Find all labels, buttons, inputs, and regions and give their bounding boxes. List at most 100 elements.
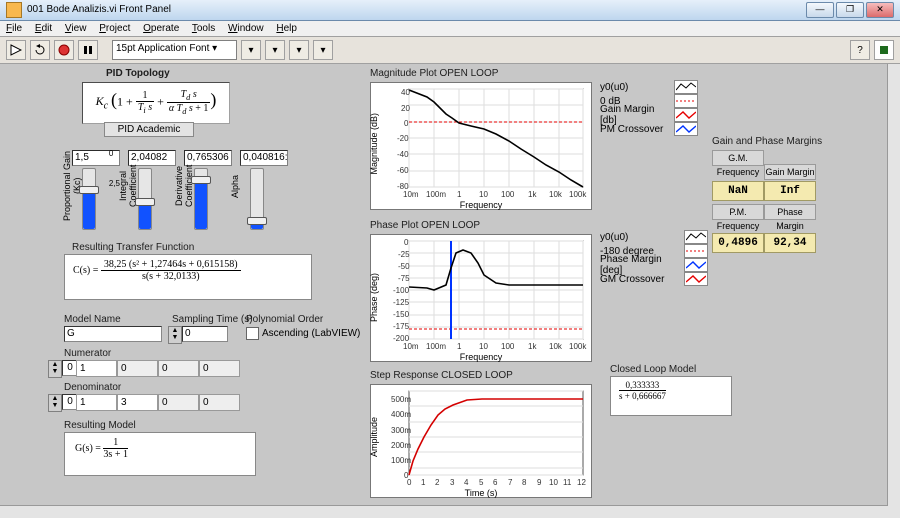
svg-text:100: 100 bbox=[501, 342, 515, 351]
menu-tools[interactable]: Tools bbox=[192, 23, 215, 34]
sampling-field[interactable]: 0 bbox=[182, 326, 228, 342]
closed-model-box: 0,333333s + 0,666667 bbox=[610, 376, 732, 416]
svg-text:8: 8 bbox=[522, 478, 527, 487]
align-button[interactable]: ▾ bbox=[241, 40, 261, 60]
menu-window[interactable]: Window bbox=[228, 23, 264, 34]
num-index-spin[interactable]: ▲▼ bbox=[48, 360, 62, 378]
gm-value: Inf bbox=[764, 181, 816, 201]
slider-kc[interactable]: Proportional Gain (Kc) 1,5 02,52,5 bbox=[72, 150, 102, 230]
rtf-box: C(s) = 38,25 (s² + 1,27464s + 0,615158)s… bbox=[64, 254, 312, 300]
svg-text:100k: 100k bbox=[569, 342, 587, 351]
mag-title: Magnitude Plot OPEN LOOP bbox=[370, 68, 498, 79]
model-name-field[interactable]: G bbox=[64, 326, 162, 342]
menu-operate[interactable]: Operate bbox=[143, 23, 179, 34]
svg-text:-20: -20 bbox=[397, 134, 409, 143]
svg-text:10m: 10m bbox=[403, 342, 419, 351]
svg-text:12: 12 bbox=[577, 478, 586, 487]
svg-text:7: 7 bbox=[508, 478, 513, 487]
toolbar: 15pt Application Font ▾ ▾ ▾ ▾ ▾ ? bbox=[0, 37, 900, 64]
svg-text:10: 10 bbox=[549, 478, 558, 487]
closed-model-title: Closed Loop Model bbox=[610, 364, 696, 375]
close-button[interactable]: ✕ bbox=[866, 2, 894, 18]
minimize-button[interactable]: — bbox=[806, 2, 834, 18]
resmodel-box: G(s) = 13s + 1 bbox=[64, 432, 256, 476]
den-array[interactable]: 1300 bbox=[76, 394, 240, 411]
resize-button[interactable]: ▾ bbox=[289, 40, 309, 60]
model-name-label: Model Name bbox=[64, 314, 121, 325]
menu-view[interactable]: View bbox=[65, 23, 87, 34]
gm-label: Gain Margin bbox=[764, 164, 816, 180]
menu-help[interactable]: Help bbox=[276, 23, 297, 34]
svg-text:300m: 300m bbox=[391, 426, 411, 435]
svg-text:100k: 100k bbox=[569, 190, 587, 199]
svg-text:0: 0 bbox=[407, 478, 412, 487]
svg-text:40: 40 bbox=[401, 88, 410, 97]
svg-text:1k: 1k bbox=[528, 342, 537, 351]
topology-title: PID Topology bbox=[106, 68, 170, 79]
ti-value[interactable]: 2,04082 bbox=[128, 150, 176, 166]
hscrollbar[interactable] bbox=[0, 505, 900, 518]
titlebar: 001 Bode Analizis.vi Front Panel — ❐ ✕ bbox=[0, 0, 900, 21]
maximize-button[interactable]: ❐ bbox=[836, 2, 864, 18]
svg-text:0: 0 bbox=[404, 238, 409, 247]
run-cont-button[interactable] bbox=[30, 40, 50, 60]
alpha-value[interactable]: 0,040816: bbox=[240, 150, 288, 166]
svg-text:200m: 200m bbox=[391, 441, 411, 450]
svg-text:11: 11 bbox=[563, 478, 572, 487]
help-button[interactable]: ? bbox=[850, 40, 870, 60]
den-index-spin[interactable]: ▲▼ bbox=[48, 394, 62, 412]
labview-icon bbox=[874, 40, 894, 60]
pm-value: 92,34 bbox=[764, 233, 816, 253]
menu-file[interactable]: File bbox=[6, 23, 22, 34]
svg-text:10k: 10k bbox=[549, 190, 563, 199]
svg-text:10: 10 bbox=[479, 190, 488, 199]
svg-text:6: 6 bbox=[493, 478, 498, 487]
svg-text:3: 3 bbox=[450, 478, 455, 487]
magnitude-plot[interactable]: Magnitude (dB) 40200-20-40-60-80 10m100m… bbox=[370, 82, 592, 210]
td-value[interactable]: 0,765306 bbox=[184, 150, 232, 166]
sampling-label: Sampling Time (s) bbox=[172, 314, 253, 325]
svg-text:400m: 400m bbox=[391, 410, 411, 419]
slider-ti[interactable]: Integral Coefficient 2,04082 bbox=[128, 150, 158, 230]
svg-text:500m: 500m bbox=[391, 395, 411, 404]
svg-text:1k: 1k bbox=[528, 190, 537, 199]
pm-label: Phase Margin bbox=[764, 204, 816, 220]
legend-phase[interactable]: y0(u0) -180 degree Phase Margin [deg] GM… bbox=[600, 230, 708, 286]
slider-alpha[interactable]: Alpha 0,040816: bbox=[240, 150, 270, 230]
sampling-spin[interactable]: ▲▼ bbox=[168, 326, 182, 344]
legend-magnitude[interactable]: y0(u0) 0 dB Gain Margin [db] PM Crossove… bbox=[600, 80, 700, 136]
svg-text:10m: 10m bbox=[403, 190, 419, 199]
slider-td[interactable]: Derivative Coefficient 0,765306 bbox=[184, 150, 214, 230]
run-button[interactable] bbox=[6, 40, 26, 60]
menu-edit[interactable]: Edit bbox=[35, 23, 52, 34]
abort-button[interactable] bbox=[54, 40, 74, 60]
svg-text:100m: 100m bbox=[391, 456, 411, 465]
font-combo[interactable]: 15pt Application Font ▾ bbox=[112, 40, 237, 60]
pause-button[interactable] bbox=[78, 40, 98, 60]
topology-type[interactable]: PID Academic bbox=[104, 122, 194, 137]
distribute-button[interactable]: ▾ bbox=[265, 40, 285, 60]
svg-text:100: 100 bbox=[501, 190, 515, 199]
gm-freq-label: G.M. Frequency bbox=[712, 150, 764, 166]
phase-svg: 0-25-50-75-100-125-150-175-200 10m100m11… bbox=[371, 235, 591, 361]
num-array[interactable]: 1000 bbox=[76, 360, 240, 377]
menu-project[interactable]: Project bbox=[99, 23, 130, 34]
vscrollbar[interactable] bbox=[887, 64, 900, 506]
step-svg: 0100m200m300m400m500m 0123456789101112 bbox=[371, 385, 591, 497]
step-plot[interactable]: Amplitude 0100m200m300m400m500m 01234567… bbox=[370, 384, 592, 498]
rtf-title: Resulting Transfer Function bbox=[72, 242, 194, 253]
svg-text:4: 4 bbox=[464, 478, 469, 487]
num-label: Numerator bbox=[64, 348, 111, 359]
svg-text:10: 10 bbox=[479, 342, 488, 351]
svg-text:1: 1 bbox=[457, 190, 462, 199]
svg-text:10k: 10k bbox=[549, 342, 563, 351]
ascending-check[interactable]: Ascending (LabVIEW) bbox=[246, 327, 360, 340]
reorder-button[interactable]: ▾ bbox=[313, 40, 333, 60]
svg-text:1: 1 bbox=[457, 342, 462, 351]
svg-text:20: 20 bbox=[401, 104, 410, 113]
svg-text:0: 0 bbox=[404, 119, 409, 128]
menubar: File Edit View Project Operate Tools Win… bbox=[0, 21, 900, 37]
svg-text:-25: -25 bbox=[398, 250, 410, 259]
svg-text:-125: -125 bbox=[393, 298, 410, 307]
phase-plot[interactable]: Phase (deg) 0-25-50-75-100-125-150-175-2… bbox=[370, 234, 592, 362]
